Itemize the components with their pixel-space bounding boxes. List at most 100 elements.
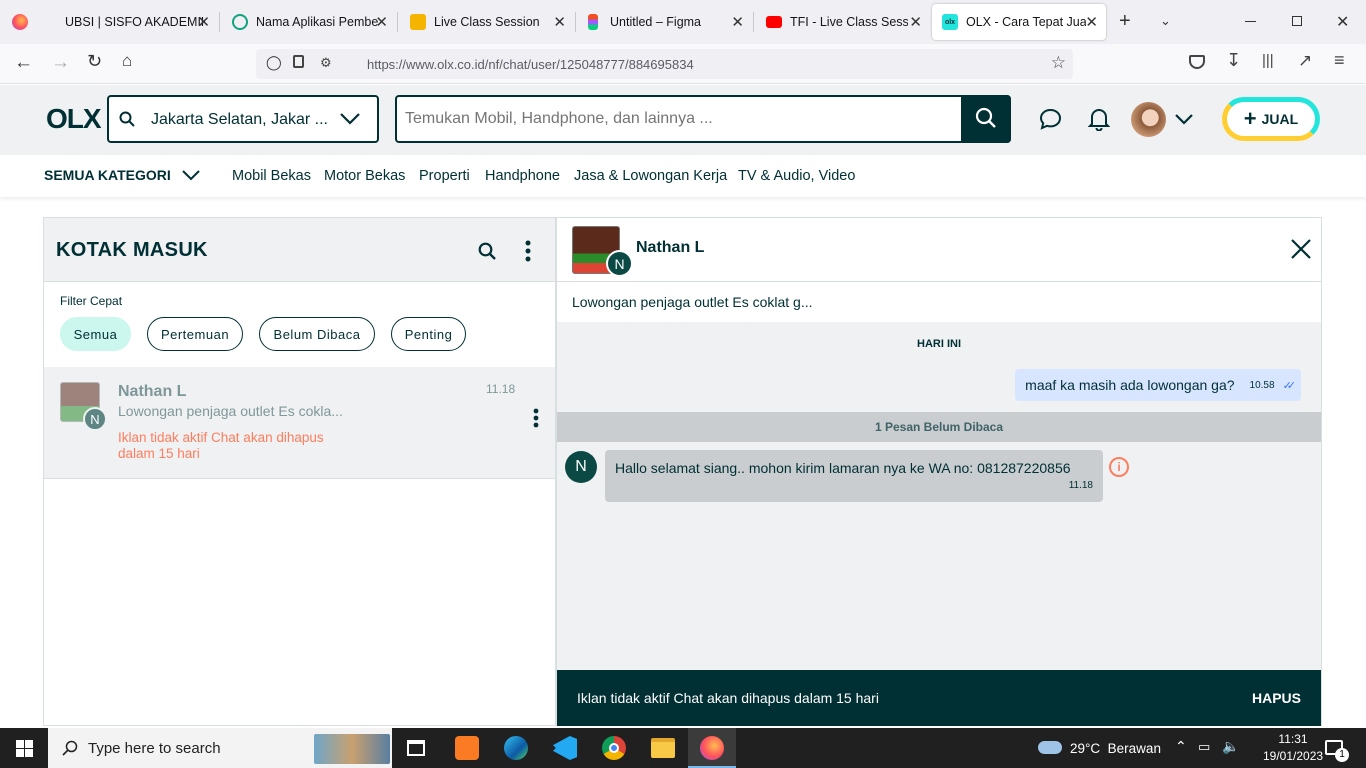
restore-icon[interactable]: [1292, 16, 1302, 26]
close-window-icon[interactable]: ✕: [1336, 12, 1349, 32]
firefox-taskbar-button[interactable]: [688, 728, 736, 768]
tab-live-class[interactable]: Live Class Session ✕: [398, 4, 574, 40]
filter-chip-semua[interactable]: Semua: [60, 317, 131, 351]
filter-chip-penting[interactable]: Penting: [391, 317, 466, 351]
close-tab-icon[interactable]: ✕: [375, 13, 388, 31]
close-tab-icon[interactable]: ✕: [553, 13, 566, 31]
sell-button[interactable]: + JUAL: [1222, 97, 1320, 141]
tab-tfi-live[interactable]: TFI - Live Class Session ✕: [754, 4, 930, 40]
xampp-icon[interactable]: [455, 736, 479, 760]
category-link-mobil[interactable]: Mobil Bekas: [232, 168, 311, 184]
slides-favicon-icon: [410, 14, 426, 30]
chrome-icon[interactable]: [602, 736, 626, 760]
close-tab-icon[interactable]: ✕: [197, 13, 210, 31]
message-text: Hallo selamat siang.. mohon kirim lamara…: [615, 460, 1071, 476]
lock-icon[interactable]: [293, 55, 304, 68]
conversation-item[interactable]: N Nathan L 11.18 Lowongan penjaga outlet…: [44, 367, 555, 479]
sent-message: maaf ka masih ada lowongan ga? 10.58 ✓✓: [1015, 369, 1301, 401]
chevron-down-icon[interactable]: [339, 112, 361, 126]
permissions-icon[interactable]: ⚙: [320, 55, 332, 71]
category-link-jasa[interactable]: Jasa & Lowongan Kerja: [574, 168, 727, 184]
extensions-icon[interactable]: ↗: [1298, 51, 1312, 71]
filter-chip-belum-dibaca[interactable]: Belum Dibaca: [259, 317, 375, 351]
search-highlight-image: [314, 734, 390, 764]
search-button[interactable]: [961, 95, 1011, 143]
inactive-ad-banner: Iklan tidak aktif Chat akan dihapus dala…: [557, 670, 1321, 726]
tab-olx[interactable]: olx OLX - Cara Tepat Jual Cepat ✕: [932, 4, 1106, 40]
clock-date[interactable]: 19/01/2023: [1263, 749, 1323, 763]
avatar: N: [606, 250, 633, 277]
show-hidden-icons-icon[interactable]: ⌃: [1175, 738, 1187, 755]
forward-icon[interactable]: →: [51, 52, 70, 74]
more-options-icon[interactable]: [533, 408, 539, 428]
clock-time[interactable]: 11:31: [1263, 732, 1323, 746]
taskbar-search[interactable]: Type here to search: [48, 728, 392, 768]
home-icon[interactable]: ⌂: [122, 51, 132, 71]
taskbar-search-placeholder: Type here to search: [88, 740, 221, 757]
tab-nama-aplikasi[interactable]: Nama Aplikasi Pembelajaran ✕: [220, 4, 396, 40]
edge-icon[interactable]: [504, 736, 528, 760]
cloud-icon[interactable]: [1038, 741, 1062, 754]
chat-contact-name[interactable]: Nathan L: [636, 239, 704, 257]
more-options-icon[interactable]: [525, 240, 531, 262]
browser-nav-bar: ← → ↻ ⌂ ◯ ⚙ https://www.olx.co.id/nf/cha…: [0, 44, 1366, 84]
search-icon: [62, 740, 78, 756]
tab-favicon: [54, 14, 56, 30]
new-tab-icon[interactable]: +: [1119, 10, 1131, 33]
close-tab-icon[interactable]: ✕: [909, 13, 922, 31]
category-link-tv[interactable]: TV & Audio, Video: [738, 168, 855, 184]
weather-text[interactable]: 29°C Berawan: [1070, 741, 1161, 756]
app-menu-icon[interactable]: ≡: [1334, 50, 1345, 71]
conversation-time: 11.18: [486, 382, 516, 396]
file-explorer-icon[interactable]: [651, 738, 675, 758]
all-categories-button[interactable]: SEMUA KATEGORI: [44, 167, 201, 183]
shield-icon[interactable]: ◯: [266, 54, 282, 71]
back-icon[interactable]: ←: [14, 52, 33, 74]
firefox-icon: [700, 736, 724, 760]
bookmark-star-icon[interactable]: ☆: [1051, 53, 1066, 73]
location-value: Jakarta Selatan, Jakar ...: [151, 111, 328, 128]
firefox-menu-icon[interactable]: [12, 14, 28, 30]
bell-icon[interactable]: [1088, 107, 1110, 131]
chevron-down-icon[interactable]: [1174, 113, 1194, 125]
olx-header: OLX Jakarta Selatan, Jakar ... + JUAL: [0, 85, 1366, 155]
chatgpt-favicon-icon: [232, 14, 248, 30]
search-icon: [975, 107, 996, 128]
minimize-icon[interactable]: [1245, 21, 1256, 22]
category-link-motor[interactable]: Motor Bekas: [324, 168, 405, 184]
vscode-icon[interactable]: [553, 736, 577, 760]
chat-icon[interactable]: [1039, 108, 1062, 130]
ad-title-bar[interactable]: Lowongan penjaga outlet Es coklat g...: [557, 282, 1321, 322]
inactive-ad-warning: dalam 15 hari: [118, 446, 200, 461]
task-view-icon[interactable]: [407, 740, 425, 756]
close-tab-icon[interactable]: ✕: [1085, 13, 1098, 31]
downloads-icon[interactable]: ↧: [1226, 50, 1241, 71]
url-bar[interactable]: ◯ ⚙ https://www.olx.co.id/nf/chat/user/1…: [256, 49, 1073, 79]
filter-chip-pertemuan[interactable]: Pertemuan: [147, 317, 243, 351]
search-icon[interactable]: [478, 242, 496, 260]
library-icon[interactable]: |||: [1262, 52, 1274, 69]
olx-logo[interactable]: OLX: [46, 105, 102, 133]
volume-icon[interactable]: 🔈: [1222, 738, 1239, 755]
close-icon[interactable]: [1290, 238, 1312, 260]
tab-figma[interactable]: Untitled – Figma ✕: [576, 4, 752, 40]
delete-chat-button[interactable]: HAPUS: [1252, 690, 1301, 706]
pocket-icon[interactable]: [1189, 55, 1205, 69]
windows-start-icon[interactable]: [16, 740, 33, 757]
close-tab-icon[interactable]: ✕: [731, 13, 744, 31]
network-icon[interactable]: ▭: [1198, 739, 1210, 755]
category-link-properti[interactable]: Properti: [419, 168, 470, 184]
reload-icon[interactable]: ↻: [87, 51, 102, 72]
user-avatar[interactable]: [1131, 102, 1166, 137]
tab-sisfo[interactable]: UBSI | SISFO AKADEMIK MAH ✕: [42, 4, 218, 40]
chevron-down-icon: [182, 170, 200, 181]
chat-header: N Nathan L: [557, 218, 1321, 282]
info-icon[interactable]: i: [1109, 457, 1129, 477]
filter-label: Filter Cepat: [60, 294, 123, 308]
url-text[interactable]: https://www.olx.co.id/nf/chat/user/12504…: [367, 57, 694, 72]
location-selector[interactable]: Jakarta Selatan, Jakar ...: [107, 95, 379, 143]
search-input[interactable]: [405, 107, 945, 131]
inbox-header: KOTAK MASUK: [44, 218, 555, 282]
category-link-handphone[interactable]: Handphone: [485, 168, 560, 184]
list-tabs-icon[interactable]: ⌄: [1160, 13, 1171, 29]
